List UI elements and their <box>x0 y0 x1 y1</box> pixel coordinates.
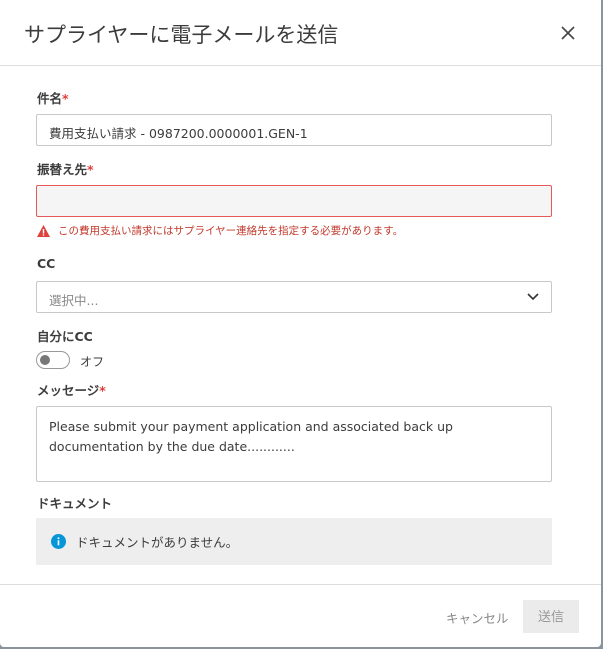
cancel-button[interactable]: キャンセル <box>446 608 509 627</box>
cc-label: CC <box>37 256 56 271</box>
info-icon <box>51 534 66 549</box>
subject-input[interactable]: 費用支払い請求 - 0987200.0000001.GEN-1 <box>36 114 552 146</box>
footer-divider <box>0 584 601 585</box>
cc-self-toggle[interactable] <box>36 351 70 369</box>
send-button[interactable]: 送信 <box>523 600 579 633</box>
documents-empty-text: ドキュメントがありません。 <box>76 535 239 550</box>
email-supplier-dialog: サプライヤーに電子メールを送信 件名* 費用支払い請求 - 0987200.00… <box>0 0 601 647</box>
subject-label: 件名* <box>37 91 69 106</box>
documents-label: ドキュメント <box>37 496 113 511</box>
error-text: この費用支払い請求にはサプライヤー連絡先を指定する必要があります。 <box>58 225 404 237</box>
to-input[interactable] <box>36 185 552 217</box>
close-icon[interactable] <box>557 22 579 44</box>
cc-self-label: 自分にCC <box>37 329 93 344</box>
cc-placeholder: 選択中... <box>49 293 99 308</box>
cc-select[interactable]: 選択中... <box>36 281 552 313</box>
message-textarea[interactable]: Please submit your payment application a… <box>36 406 552 482</box>
documents-empty-notice: ドキュメントがありません。 <box>36 518 552 565</box>
to-label: 振替え先* <box>37 162 94 177</box>
cc-self-state: オフ <box>80 355 105 369</box>
to-error: この費用支払い請求にはサプライヤー連絡先を指定する必要があります。 <box>37 223 403 238</box>
warning-icon <box>37 224 50 237</box>
chevron-down-icon <box>527 293 539 301</box>
dialog-title: サプライヤーに電子メールを送信 <box>24 23 339 47</box>
message-label: メッセージ* <box>37 383 106 398</box>
dialog-header: サプライヤーに電子メールを送信 <box>0 0 601 66</box>
